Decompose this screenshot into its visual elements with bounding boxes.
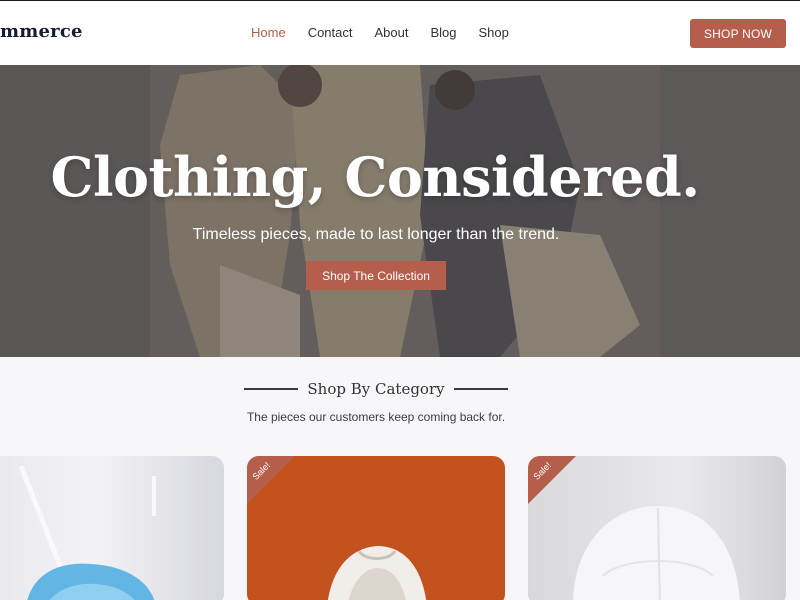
hero-subtitle: Timeless pieces, made to last longer tha… xyxy=(192,226,560,243)
hero-banner: Clothing, Considered. Timeless pieces, m… xyxy=(0,65,800,357)
category-subtitle: The pieces our customers keep coming bac… xyxy=(246,410,506,424)
sale-ribbon xyxy=(528,456,576,504)
product-image-hoodie-blue xyxy=(18,465,156,600)
main-nav: Home Contact About Blog Shop xyxy=(251,25,531,40)
shop-collection-button[interactable]: Shop The Collection xyxy=(306,261,446,290)
sale-ribbon xyxy=(247,456,295,504)
nav-about[interactable]: About xyxy=(375,25,409,40)
hero-title: Clothing, Considered. xyxy=(50,145,701,209)
category-title: Shop By Category xyxy=(307,380,445,398)
heading-divider-right xyxy=(453,388,508,390)
nav-shop[interactable]: Shop xyxy=(479,25,509,40)
nav-blog[interactable]: Blog xyxy=(430,25,456,40)
category-card[interactable]: Sale! xyxy=(528,456,786,600)
shop-now-button[interactable]: SHOP NOW xyxy=(690,19,786,48)
heading-divider-left xyxy=(244,388,299,390)
nav-contact[interactable]: Contact xyxy=(308,25,353,40)
category-card[interactable]: Sale! xyxy=(247,456,505,600)
category-heading: Shop By Category xyxy=(0,380,752,398)
site-logo[interactable]: mmerce xyxy=(0,21,83,42)
hero-overlay xyxy=(0,65,800,357)
site-header: mmerce Home Contact About Blog Shop SHOP… xyxy=(0,0,800,65)
nav-home[interactable]: Home xyxy=(251,25,286,40)
category-card[interactable] xyxy=(0,456,224,600)
